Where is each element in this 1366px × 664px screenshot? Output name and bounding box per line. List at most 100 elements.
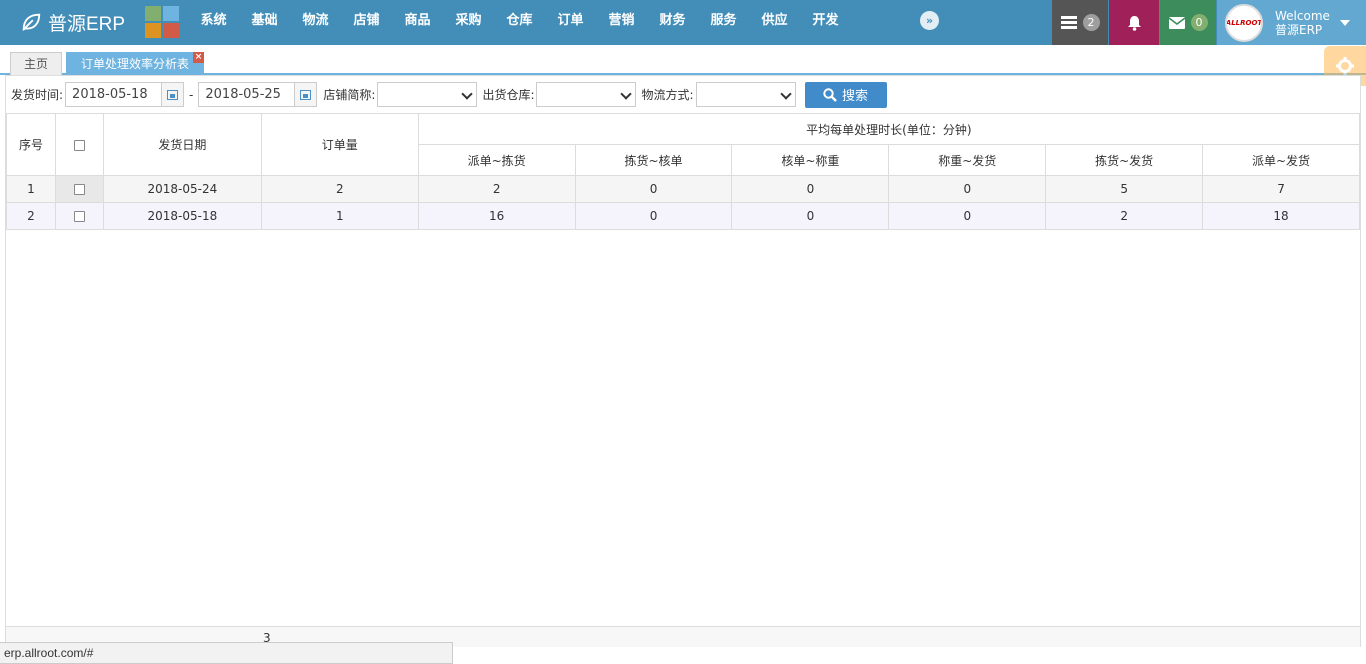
cell-index: 1 [6,175,56,203]
nav-marketing[interactable]: 营销 [596,0,647,45]
row-checkbox[interactable] [73,211,85,222]
nav-develop[interactable]: 开发 [800,0,851,45]
avatar: ALLROOT [1225,3,1263,42]
chevron-down-icon [779,88,792,100]
cell-value: 18 [1202,202,1360,230]
cell-orders: 1 [260,202,419,230]
shop-label: 店铺简称: [323,88,376,102]
cell-value: 7 [1202,175,1360,203]
col-weigh-ship[interactable]: 称重~发货 [888,144,1047,176]
date-to-value: 2018-05-25 [205,87,281,102]
user-info: Welcome 普源ERP [1275,9,1330,37]
envelope-icon [1168,16,1185,29]
chevron-down-icon [461,88,474,100]
date-from-input[interactable]: 2018-05-18 [65,82,185,107]
report-panel: 发货时间: 2018-05-18 - 2018-05-25 店铺简称: 出货仓库… [5,75,1361,647]
ship-time-label: 发货时间: [11,88,64,102]
nav-finance[interactable]: 财务 [647,0,698,45]
top-navbar: 普源ERP 系统 基础 物流 店铺 商品 采购 仓库 订单 营销 财务 服务 供… [0,0,1366,45]
tasks-badge: 2 [1082,14,1100,31]
user-menu[interactable]: ALLROOT Welcome 普源ERP [1217,0,1366,45]
cell-select [54,202,104,230]
tab-home[interactable]: 主页 [10,52,62,75]
bell-icon [1127,15,1141,31]
col-dispatch-ship[interactable]: 派单~发货 [1202,144,1360,176]
col-ship-date[interactable]: 发货日期 [102,113,262,176]
date-separator: - [189,87,194,102]
messages-badge: 0 [1190,14,1208,31]
logistics-label: 物流方式: [641,88,694,102]
nav-order[interactable]: 订单 [545,0,596,45]
nav-purchase[interactable]: 采购 [443,0,494,45]
cell-value: 0 [731,202,890,230]
tab-order-efficiency[interactable]: 订单处理效率分析表 [66,52,204,75]
gear-icon [1336,57,1354,75]
cell-date: 2018-05-18 [102,202,262,230]
main-nav: 系统 基础 物流 店铺 商品 采购 仓库 订单 营销 财务 服务 供应 开发 [188,0,851,45]
nav-supply[interactable]: 供应 [749,0,800,45]
tasks-icon [1060,15,1077,29]
cell-select [54,175,104,203]
col-select-all [54,113,104,176]
tasks-button[interactable]: 2 [1052,0,1108,45]
tab-bar: 主页 订单处理效率分析表 [0,45,1366,75]
nav-basic[interactable]: 基础 [239,0,290,45]
messages-button[interactable]: 0 [1160,0,1216,45]
search-button-label: 搜索 [842,89,869,104]
calendar-icon[interactable] [294,83,317,106]
caret-down-icon [1339,19,1350,26]
welcome-text: Welcome [1275,8,1330,23]
col-pick-ship[interactable]: 拣货~发货 [1045,144,1204,176]
row-checkbox[interactable] [73,184,85,195]
filter-bar: 发货时间: 2018-05-18 - 2018-05-25 店铺简称: 出货仓库… [6,76,1360,113]
warehouse-select[interactable] [536,82,637,107]
logistics-select[interactable] [695,82,796,107]
cell-value: 0 [888,175,1047,203]
nav-logistics[interactable]: 物流 [290,0,341,45]
notifications-button[interactable] [1109,0,1159,45]
brand-logo[interactable]: 普源ERP [20,8,125,36]
efficiency-table: 序号 发货日期 订单量 平均每单处理时长(单位：分钟) 派单~拣货 拣货~核单 … [6,113,1361,230]
shop-select[interactable] [377,82,478,107]
brand-name: 普源ERP [48,13,126,35]
col-order-count[interactable]: 订单量 [260,113,419,176]
cell-value: 5 [1045,175,1204,203]
nav-service[interactable]: 服务 [698,0,749,45]
nav-warehouse[interactable]: 仓库 [494,0,545,45]
table-row[interactable]: 2 2018-05-18 1 16 0 0 0 2 18 [6,202,1360,230]
col-pick-check[interactable]: 拣货~核单 [574,144,733,176]
search-button[interactable]: 搜索 [804,81,887,108]
close-tab-icon[interactable]: × [193,52,204,63]
cell-value: 2 [417,175,576,203]
calendar-icon[interactable] [161,83,184,106]
chevron-down-icon [620,88,633,100]
col-dispatch-pick[interactable]: 派单~拣货 [417,144,576,176]
cell-value: 2 [1045,202,1204,230]
col-group-avg-time: 平均每单处理时长(单位：分钟) [417,113,1361,145]
cell-value: 0 [888,202,1047,230]
user-name: 普源ERP [1275,22,1323,37]
status-url: erp.allroot.com/# [0,642,453,664]
date-from-value: 2018-05-18 [72,87,148,102]
search-icon [823,87,837,102]
table-row[interactable]: 1 2018-05-24 2 2 0 0 0 5 7 [6,175,1360,203]
nav-system[interactable]: 系统 [188,0,239,45]
col-index[interactable]: 序号 [6,113,56,176]
cell-orders: 2 [260,175,419,203]
avatar-logo-text: ALLROOT [1225,18,1263,27]
cell-index: 2 [6,202,56,230]
cell-value: 0 [574,175,733,203]
cell-date: 2018-05-24 [102,175,262,203]
double-chevron-right-icon[interactable]: » [920,11,939,30]
cell-value: 16 [417,202,576,230]
date-to-input[interactable]: 2018-05-25 [198,82,318,107]
cell-value: 0 [731,175,890,203]
col-check-weigh[interactable]: 核单~称重 [731,144,890,176]
nav-product[interactable]: 商品 [392,0,443,45]
nav-shop[interactable]: 店铺 [341,0,392,45]
warehouse-label: 出货仓库: [482,88,535,102]
leaf-icon [22,13,41,31]
select-all-checkbox[interactable] [73,139,85,151]
app-grid-icon[interactable] [145,6,180,39]
cell-value: 0 [574,202,733,230]
